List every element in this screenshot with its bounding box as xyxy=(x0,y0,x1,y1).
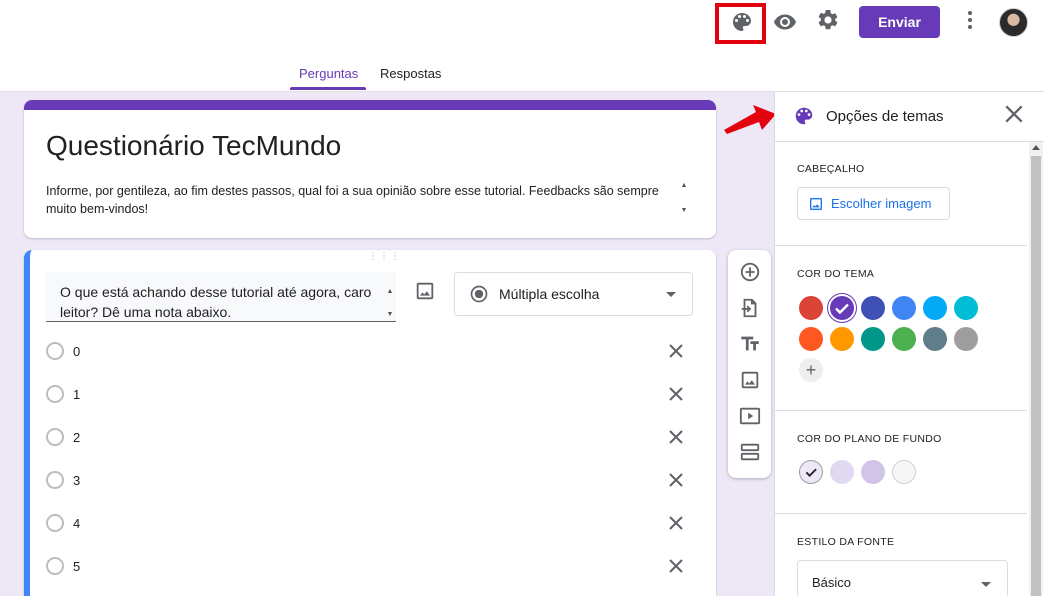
font-style-select[interactable]: Básico xyxy=(797,560,1008,596)
remove-option-icon[interactable] xyxy=(666,427,686,447)
top-bar: Enviar Perguntas Respostas xyxy=(0,0,1044,92)
highlight-box xyxy=(715,3,766,44)
more-vert-icon[interactable] xyxy=(952,2,988,38)
theme-color-swatch[interactable] xyxy=(892,327,916,351)
option-row[interactable]: 0 xyxy=(46,336,686,366)
description-scrollbar[interactable]: ▲ ▼ xyxy=(678,182,690,214)
radio-icon xyxy=(46,514,64,532)
add-video-icon[interactable] xyxy=(738,404,762,428)
eye-icon[interactable] xyxy=(767,4,803,40)
question-scrollbar[interactable]: ▲ ▼ xyxy=(384,288,396,318)
option-label[interactable]: 1 xyxy=(73,387,80,402)
dropdown-arrow-icon xyxy=(666,292,676,297)
scroll-down-icon[interactable]: ▼ xyxy=(681,207,688,214)
radio-icon xyxy=(46,342,64,360)
remove-option-icon[interactable] xyxy=(666,341,686,361)
gear-icon[interactable] xyxy=(810,2,846,38)
avatar[interactable] xyxy=(999,8,1028,37)
remove-option-icon[interactable] xyxy=(666,470,686,490)
dropdown-arrow-icon xyxy=(981,582,991,587)
header-label: CABEÇALHO xyxy=(797,163,865,175)
bg-color-swatch[interactable] xyxy=(830,460,854,484)
close-icon[interactable] xyxy=(1005,105,1023,128)
theme-color-swatch[interactable] xyxy=(830,327,854,351)
bg-color-swatch[interactable] xyxy=(861,460,885,484)
question-title-input[interactable]: O que está achando desse tutorial até ag… xyxy=(46,272,396,322)
remove-option-icon[interactable] xyxy=(666,384,686,404)
scroll-up-icon[interactable]: ▲ xyxy=(387,288,394,295)
theme-color-swatch[interactable] xyxy=(892,296,916,320)
floating-toolbar xyxy=(728,250,771,478)
remove-option-icon[interactable] xyxy=(666,556,686,576)
font-style-label: ESTILO DA FONTE xyxy=(797,536,895,548)
add-title-icon[interactable] xyxy=(738,332,762,356)
option-label[interactable]: 3 xyxy=(73,473,80,488)
panel-scrollbar[interactable] xyxy=(1029,142,1043,596)
radio-icon xyxy=(46,385,64,403)
add-question-icon[interactable] xyxy=(738,260,762,284)
image-icon xyxy=(810,197,822,210)
question-type-label: Múltipla escolha xyxy=(499,286,600,302)
theme-color-swatch[interactable] xyxy=(830,296,854,320)
option-label[interactable]: 4 xyxy=(73,516,80,531)
add-custom-color-icon[interactable]: + xyxy=(799,358,823,382)
option-row[interactable]: 4 xyxy=(46,508,686,538)
image-icon[interactable] xyxy=(414,280,436,307)
scroll-up-icon[interactable]: ▲ xyxy=(681,182,688,189)
bg-color-swatch[interactable] xyxy=(892,460,916,484)
scroll-up-icon[interactable] xyxy=(1032,145,1040,150)
theme-color-swatch[interactable] xyxy=(923,327,947,351)
option-label[interactable]: 5 xyxy=(73,559,80,574)
theme-color-label: COR DO TEMA xyxy=(797,268,875,280)
theme-options-panel: Opções de temas CABEÇALHO Escolher image… xyxy=(774,92,1044,596)
option-label[interactable]: 2 xyxy=(73,430,80,445)
scroll-down-icon[interactable]: ▼ xyxy=(387,311,394,318)
active-tab-indicator xyxy=(290,87,366,90)
send-button[interactable]: Enviar xyxy=(859,6,940,38)
panel-header: Opções de temas xyxy=(775,92,1044,142)
remove-option-icon[interactable] xyxy=(666,513,686,533)
title-card[interactable]: Questionário TecMundo Informe, por genti… xyxy=(24,100,716,238)
bg-color-label: COR DO PLANO DE FUNDO xyxy=(797,433,942,445)
option-row[interactable]: 1 xyxy=(46,379,686,409)
theme-color-swatch[interactable] xyxy=(799,296,823,320)
question-card[interactable]: ⋮⋮⋮ O que está achando desse tutorial at… xyxy=(24,250,716,596)
tab-responses[interactable]: Respostas xyxy=(380,66,441,90)
option-row[interactable]: 2 xyxy=(46,422,686,452)
theme-color-swatch[interactable] xyxy=(861,327,885,351)
form-title[interactable]: Questionário TecMundo xyxy=(46,130,341,162)
choose-image-label: Escolher imagem xyxy=(831,196,932,211)
radio-icon xyxy=(46,557,64,575)
add-section-icon[interactable] xyxy=(738,440,762,464)
check-icon xyxy=(835,303,849,315)
option-row[interactable]: 5 xyxy=(46,551,686,581)
theme-color-swatch[interactable] xyxy=(954,296,978,320)
import-questions-icon[interactable] xyxy=(738,296,762,320)
check-icon xyxy=(805,468,817,477)
option-row[interactable]: 3 xyxy=(46,465,686,495)
theme-color-swatch[interactable] xyxy=(954,327,978,351)
radio-icon xyxy=(46,428,64,446)
choose-image-button[interactable]: Escolher imagem xyxy=(797,187,950,220)
option-label[interactable]: 0 xyxy=(73,344,80,359)
question-type-select[interactable]: Múltipla escolha xyxy=(454,272,693,316)
scroll-thumb[interactable] xyxy=(1031,156,1041,596)
palette-icon xyxy=(793,105,815,132)
drag-handle-icon[interactable]: ⋮⋮⋮ xyxy=(368,252,401,262)
red-arrow-icon xyxy=(724,105,776,134)
theme-color-swatch[interactable] xyxy=(799,327,823,351)
radio-checked-icon xyxy=(470,285,488,303)
form-canvas: Questionário TecMundo Informe, por genti… xyxy=(0,92,774,596)
theme-color-swatch[interactable] xyxy=(861,296,885,320)
panel-title: Opções de temas xyxy=(826,108,944,125)
add-image-icon[interactable] xyxy=(738,368,762,392)
radio-icon xyxy=(46,471,64,489)
theme-color-swatch[interactable] xyxy=(923,296,947,320)
bg-color-swatch[interactable] xyxy=(799,460,823,484)
form-description[interactable]: Informe, por gentileza, ao fim destes pa… xyxy=(46,182,666,218)
font-style-value: Básico xyxy=(812,575,852,590)
